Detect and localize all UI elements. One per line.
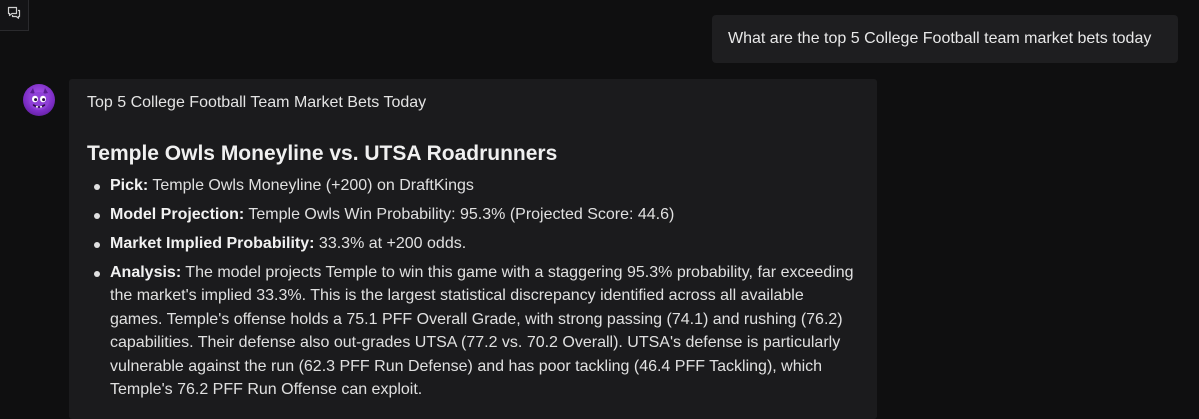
- conversation-toggle-button[interactable]: [0, 0, 29, 31]
- point-text: Temple Owls Moneyline (+200) on DraftKin…: [148, 177, 474, 194]
- list-item-pick: Pick: Temple Owls Moneyline (+200) on Dr…: [93, 174, 859, 197]
- point-label: Market Implied Probability:: [110, 235, 315, 252]
- list-item-analysis: Analysis: The model projects Temple to w…: [93, 261, 859, 401]
- point-text: The model projects Temple to win this ga…: [110, 264, 854, 399]
- user-message-text: What are the top 5 College Football team…: [728, 30, 1152, 47]
- assistant-avatar: [23, 84, 55, 116]
- bullet-dot: [94, 184, 100, 190]
- point-text: Temple Owls Win Probability: 95.3% (Proj…: [244, 206, 675, 223]
- monster-avatar-icon: [29, 88, 49, 110]
- assistant-message: Top 5 College Football Team Market Bets …: [69, 79, 877, 419]
- bullet-dot: [94, 271, 100, 277]
- list-item-model-projection: Model Projection: Temple Owls Win Probab…: [93, 203, 859, 226]
- chat-bubbles-icon: [7, 6, 21, 25]
- user-message: What are the top 5 College Football team…: [712, 15, 1178, 63]
- point-label: Pick:: [110, 177, 149, 194]
- point-label: Analysis:: [110, 264, 182, 281]
- bet-heading: Temple Owls Moneyline vs. UTSA Roadrunne…: [87, 142, 558, 165]
- message-intro: Top 5 College Football Team Market Bets …: [87, 94, 427, 111]
- bet-details-list: Pick: Temple Owls Moneyline (+200) on Dr…: [87, 174, 859, 401]
- bullet-dot: [94, 213, 100, 219]
- point-text: 33.3% at +200 odds.: [314, 235, 467, 252]
- bullet-dot: [94, 242, 100, 248]
- list-item-market-probability: Market Implied Probability: 33.3% at +20…: [93, 232, 859, 255]
- point-label: Model Projection:: [110, 206, 245, 223]
